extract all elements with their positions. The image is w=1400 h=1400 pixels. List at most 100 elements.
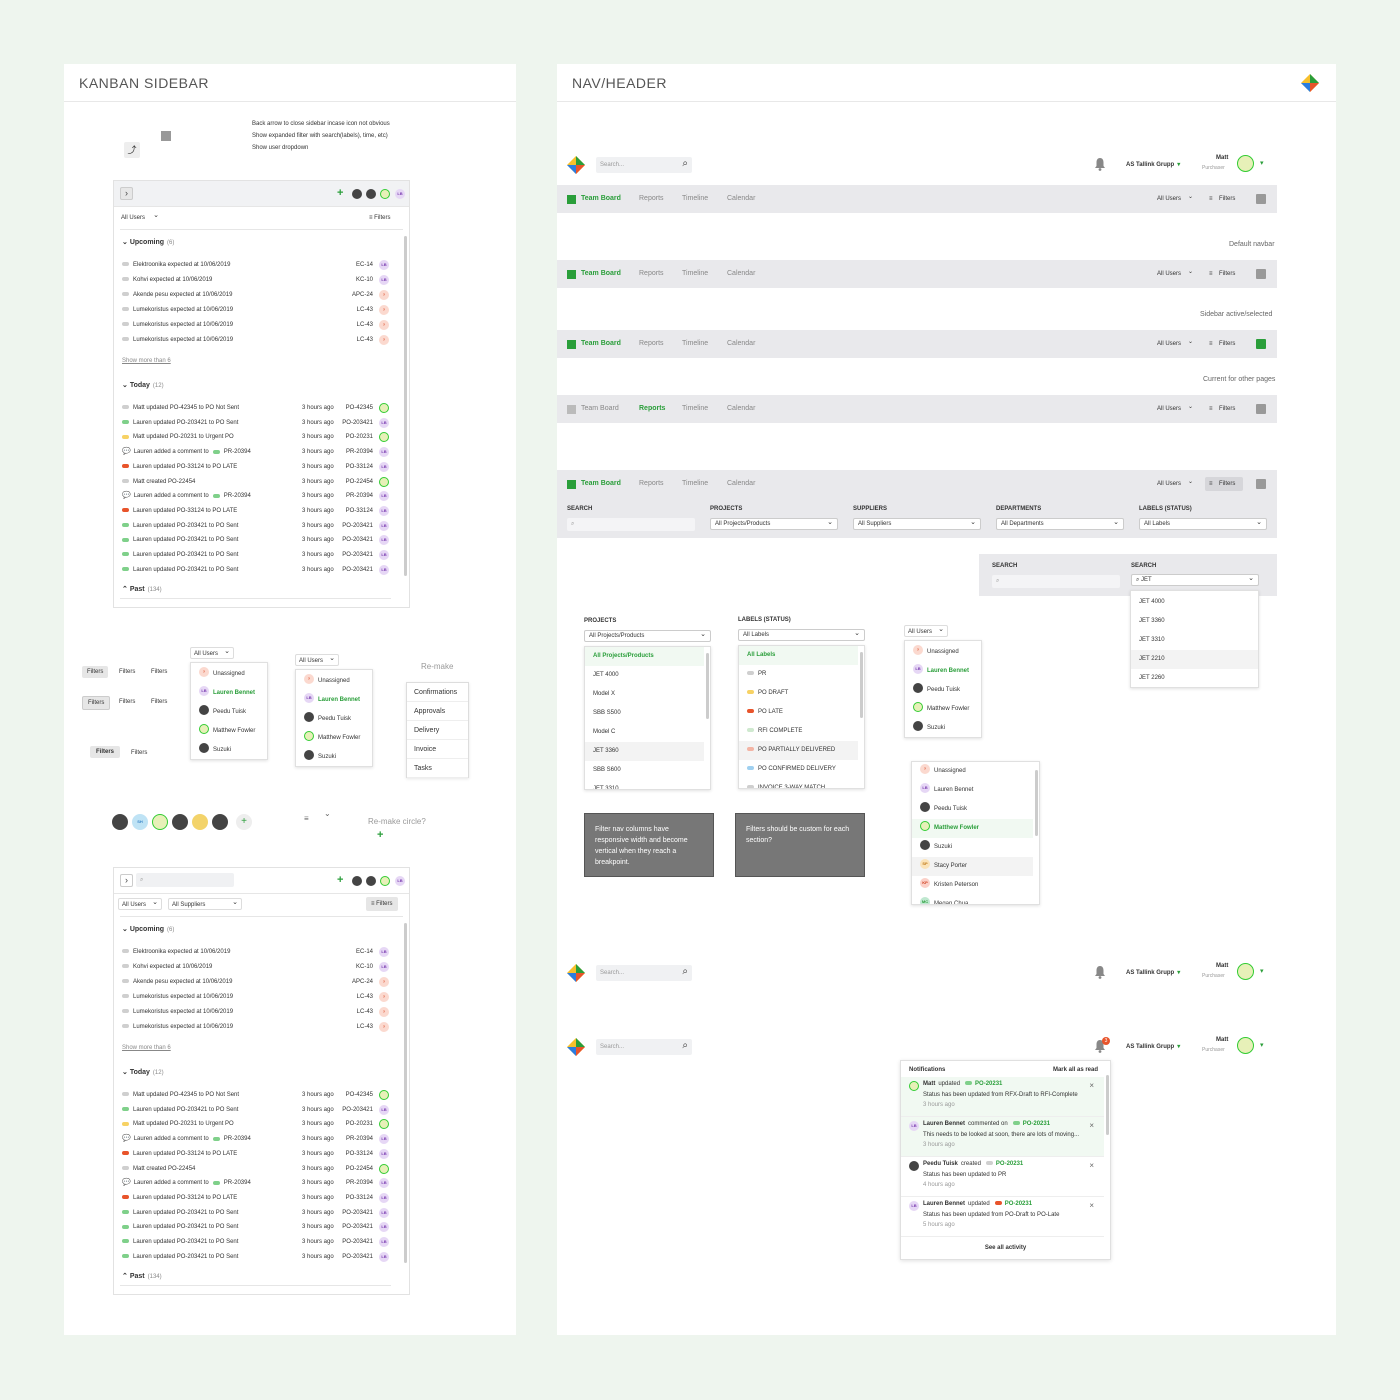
user-option[interactable]: Suzuki (191, 741, 267, 760)
add-icon[interactable]: + (377, 830, 383, 841)
notification-item[interactable]: Matt updated PO-20231 Status has been updat… (901, 1077, 1104, 1117)
section-past[interactable]: ⌃ Past (134) (122, 585, 162, 593)
tab-team-board[interactable]: Team Board (581, 185, 621, 213)
close-icon[interactable]: × (1089, 1121, 1094, 1130)
list-item[interactable]: Lauren updated PO-203421 to PO Sent 3 hou… (122, 416, 389, 430)
tab-calendar[interactable]: Calendar (727, 185, 755, 213)
project-option[interactable]: JET 4000 (585, 666, 704, 685)
chevron-down-icon[interactable]: ▾ (1260, 967, 1264, 975)
add-icon[interactable]: + (337, 875, 343, 886)
departments-select[interactable]: All Departments (996, 517, 1124, 530)
list-item[interactable]: Lauren updated PO-203421 to PO Sent 3 hou… (122, 1235, 389, 1249)
scrollbar[interactable] (860, 652, 863, 718)
avatar[interactable] (1237, 155, 1254, 172)
user-option[interactable]: MC Megan Chua (912, 895, 1033, 904)
search-input[interactable]: Search... ⌕ (596, 157, 692, 173)
filter-chip[interactable]: Filters (126, 747, 152, 759)
company-select[interactable]: AS Tallink Grupp ▾ (1126, 161, 1180, 168)
search-result[interactable]: JET 3310 (1131, 631, 1258, 650)
chevron-down-icon[interactable]: ⌄ (324, 809, 331, 818)
search-result[interactable]: JET 2210 (1131, 650, 1258, 669)
user-option[interactable]: ? Unassigned (191, 665, 267, 684)
bell-icon[interactable] (1094, 966, 1106, 979)
list-item[interactable]: Lauren updated PO-203421 to PO Sent 3 hou… (122, 548, 389, 562)
company-select[interactable]: AS Tallink Grupp ▾ (1126, 969, 1180, 976)
all-users-select[interactable]: All Users (1153, 265, 1195, 281)
all-users-select[interactable]: All Users (118, 210, 162, 224)
all-users-select[interactable]: All Users (1153, 190, 1195, 206)
notification-item[interactable]: Peedu Tuisk created PO-20231 Status has bee… (901, 1157, 1104, 1197)
show-more-link[interactable]: Show more than 6 (122, 1045, 171, 1051)
list-item[interactable]: Akende pesu expected at 10/06/2019 APC-24… (122, 975, 389, 989)
add-icon[interactable]: + (337, 188, 343, 199)
labels-select[interactable]: All Labels (1139, 517, 1267, 530)
avatar[interactable] (380, 876, 390, 886)
project-option[interactable]: JET 3360 (585, 742, 704, 761)
add-user-button[interactable]: + (236, 814, 252, 830)
tab-calendar[interactable]: Calendar (727, 260, 755, 288)
notification-item[interactable]: LB Lauren Bennet updated PO-20231 Status has… (901, 1197, 1104, 1237)
all-users-select[interactable]: All Users (118, 897, 162, 910)
filter-search-input-active[interactable]: ⌕ JET (1131, 573, 1259, 586)
user-option[interactable]: Peedu Tuisk (296, 710, 372, 729)
back-arrow-button[interactable]: › (120, 874, 133, 887)
tab-team-board[interactable]: Team Board (581, 330, 621, 358)
filters-button[interactable]: ≡ Filters (366, 897, 398, 911)
list-item[interactable]: Lauren updated PO-33124 to PO LATE 3 hour… (122, 1191, 389, 1205)
tab-team-board[interactable]: Team Board (581, 260, 621, 288)
list-item[interactable]: Lauren updated PO-203421 to PO Sent 3 hou… (122, 1103, 389, 1117)
scrollbar[interactable] (706, 653, 709, 719)
label-option[interactable]: All Labels (739, 646, 858, 665)
close-icon[interactable]: × (1089, 1081, 1094, 1090)
list-item[interactable]: Lumekoristus expected at 10/06/2019 LC-43… (122, 1005, 389, 1019)
list-item[interactable]: 💬 Lauren added a comment to PR-20394 3 hour… (122, 445, 389, 459)
brand-logo[interactable] (567, 156, 585, 174)
sidebar-toggle-icon[interactable] (1256, 479, 1266, 489)
show-more-link[interactable]: Show more than 6 (122, 358, 171, 364)
filter-chip[interactable]: Filters (82, 696, 111, 710)
projects-select[interactable]: All Projects/Products (710, 517, 838, 530)
menu-item[interactable]: Delivery (407, 721, 468, 740)
list-item[interactable]: Lumekoristus expected at 10/06/2019 LC-43… (122, 318, 389, 332)
tab-reports[interactable]: Reports (639, 260, 664, 288)
filter-chip[interactable]: Filters (90, 746, 121, 758)
notification-code[interactable]: PO-20231 (975, 1081, 1002, 1087)
user-option[interactable]: Matthew Fowler (905, 700, 981, 719)
all-users-select[interactable]: All Users (190, 646, 234, 659)
back-arrow-button[interactable]: › (120, 187, 133, 200)
list-item[interactable]: Kohvi expected at 10/06/2019 KC-10 LB (122, 960, 389, 974)
user-option[interactable]: Suzuki (912, 838, 1033, 857)
company-select[interactable]: AS Tallink Grupp ▾ (1126, 1043, 1180, 1050)
scrollbar[interactable] (404, 236, 407, 576)
search-input[interactable]: Search... ⌕ (596, 965, 692, 981)
avatar[interactable] (112, 814, 128, 830)
tab-timeline[interactable]: Timeline (682, 185, 708, 213)
avatar[interactable] (152, 814, 168, 830)
notification-code[interactable]: PO-20231 (1023, 1121, 1050, 1127)
user-option[interactable]: ? Unassigned (912, 762, 1033, 781)
see-all-activity-link[interactable]: See all activity (901, 1245, 1110, 1251)
search-result[interactable]: JET 3360 (1131, 612, 1258, 631)
sidebar-toggle-icon[interactable] (161, 131, 171, 141)
projects-select[interactable]: All Projects/Products (584, 629, 711, 642)
label-option[interactable]: PO DRAFT (739, 684, 858, 703)
user-option[interactable]: ? Unassigned (905, 643, 981, 662)
sidebar-toggle-icon[interactable] (1256, 404, 1266, 414)
filter-chip[interactable]: Filters (146, 666, 172, 678)
user-option[interactable]: Peedu Tuisk (912, 800, 1033, 819)
user-option[interactable]: Suzuki (905, 719, 981, 738)
list-item[interactable]: Lumekoristus expected at 10/06/2019 LC-43… (122, 990, 389, 1004)
avatar[interactable]: SH (132, 814, 148, 830)
avatar[interactable] (192, 814, 208, 830)
filters-button[interactable]: ≡ Filters (1205, 267, 1243, 281)
menu-item[interactable]: Tasks (407, 759, 468, 778)
tab-timeline[interactable]: Timeline (682, 330, 708, 358)
label-option[interactable]: PO LATE (739, 703, 858, 722)
user-option[interactable]: Peedu Tuisk (191, 703, 267, 722)
user-option[interactable]: LB Lauren Bennet (912, 781, 1033, 800)
notification-item[interactable]: LB Lauren Bennet commented on PO-20231 This … (901, 1117, 1104, 1157)
chevron-down-icon[interactable]: ▾ (1260, 159, 1264, 167)
tab-calendar[interactable]: Calendar (727, 470, 755, 498)
bell-icon[interactable]: 3 (1094, 1037, 1110, 1053)
filters-button[interactable]: ≡ Filters (1205, 477, 1243, 491)
